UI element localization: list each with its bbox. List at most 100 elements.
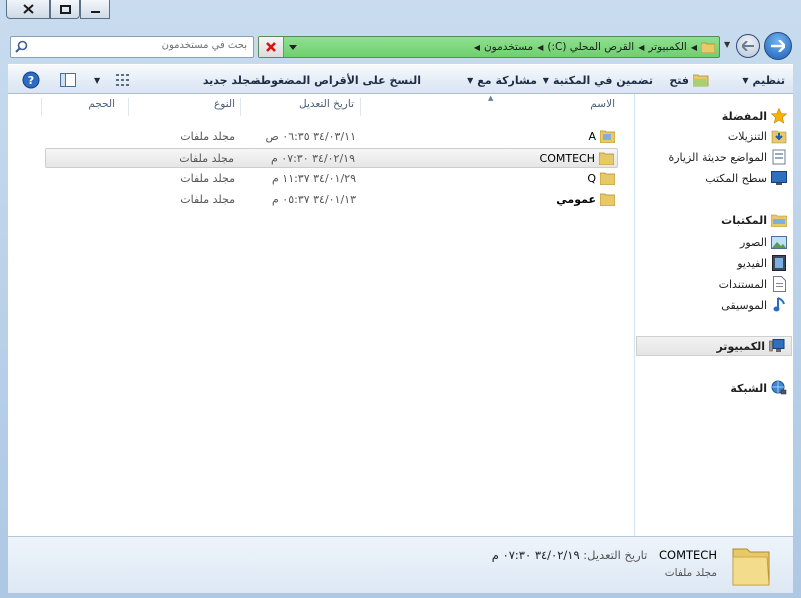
breadcrumb-computer[interactable]: الكمبيوتر xyxy=(648,41,686,53)
minimize-icon xyxy=(90,10,100,13)
details-summary: COMTECH تاريخ التعديل: ٣٤/٠٢/١٩ ٠٧:٣٠ م xyxy=(492,548,717,562)
stop-button[interactable] xyxy=(259,37,284,57)
caption-buttons xyxy=(6,0,110,20)
change-view-dropdown[interactable]: ▼ xyxy=(94,65,100,95)
nav-network[interactable]: الشبكة xyxy=(635,378,793,398)
file-type: مجلد ملفات xyxy=(180,130,235,143)
file-type: مجلد ملفات xyxy=(180,172,235,185)
folder-icon xyxy=(701,42,715,53)
preview-pane-button[interactable] xyxy=(60,65,76,95)
open-button[interactable]: فتح xyxy=(669,65,709,95)
new-folder-button[interactable]: مجلد جديد xyxy=(203,65,257,95)
details-modified-value: ٣٤/٠٢/١٩ ٠٧:٣٠ م xyxy=(491,548,580,562)
column-divider xyxy=(360,98,361,116)
computer-icon xyxy=(769,338,785,354)
nav-videos-label: الفيديو xyxy=(737,256,767,270)
address-history-dropdown[interactable] xyxy=(285,37,301,57)
file-date: ٣٤/٠٣/١١ ٠٦:٣٥ ص xyxy=(265,130,356,143)
column-divider xyxy=(128,98,129,116)
folder-icon xyxy=(600,193,615,206)
svg-text:?: ? xyxy=(28,74,34,87)
breadcrumb-users[interactable]: مستخدمون xyxy=(484,41,533,53)
search-icon xyxy=(15,40,28,53)
minimize-button[interactable] xyxy=(80,0,110,19)
nav-videos[interactable]: الفيديو xyxy=(635,253,793,273)
nav-network-label: الشبكة xyxy=(730,381,767,395)
forward-button[interactable] xyxy=(736,34,760,58)
view-grid-icon xyxy=(116,74,129,86)
nav-pictures[interactable]: الصور xyxy=(635,232,793,252)
nav-computer-label: الكمبيوتر xyxy=(716,339,765,353)
arrow-left-icon xyxy=(742,41,754,51)
file-row-selected[interactable]: COMTECH ٣٤/٠٢/١٩ ٠٧:٣٠ م مجلد ملفات xyxy=(45,148,618,168)
file-name: A xyxy=(588,130,596,143)
column-divider xyxy=(240,98,241,116)
help-button[interactable]: ? xyxy=(22,65,40,95)
folder-icon xyxy=(599,152,614,165)
details-name: COMTECH xyxy=(659,548,717,562)
burn-label: النسخ على الأقراص المضغوطة xyxy=(254,73,421,87)
change-view-button[interactable] xyxy=(116,65,130,95)
nav-libraries-label: المكتبات xyxy=(721,213,767,227)
nav-computer[interactable]: الكمبيوتر xyxy=(636,336,792,356)
nav-recent-places[interactable]: المواضع حديثة الزيارة xyxy=(635,147,793,167)
details-type: مجلد ملفات xyxy=(664,567,717,579)
file-list[interactable]: ▲ الاسم تاريخ التعديل النوع الحجم A ٣٤/٠… xyxy=(8,94,635,536)
new-folder-label: مجلد جديد xyxy=(202,73,257,87)
file-type: مجلد ملفات xyxy=(180,193,235,206)
share-with-button[interactable]: مشاركة مع ▼ xyxy=(467,65,537,95)
nav-music[interactable]: الموسيقى xyxy=(635,295,793,315)
chevron-down-icon: ▼ xyxy=(94,75,101,85)
chevron-down-icon: ▼ xyxy=(742,75,749,85)
file-name: Q xyxy=(587,172,596,185)
maximize-button[interactable] xyxy=(50,0,80,19)
search-box[interactable]: بحث في مستخدمون xyxy=(10,36,254,58)
include-library-label: تضمين في المكتبة xyxy=(552,73,653,87)
recent-pages-dropdown[interactable]: ▼ xyxy=(724,40,730,49)
explorer-window: بحث في مستخدمون ◀ الكمبيوتر ◀ القرص المح… xyxy=(0,0,801,598)
content-area: ▲ الاسم تاريخ التعديل النوع الحجم A ٣٤/٠… xyxy=(8,94,793,536)
file-row[interactable]: A ٣٤/٠٣/١١ ٠٦:٣٥ ص مجلد ملفات xyxy=(45,127,618,147)
address-bar[interactable]: ◀ الكمبيوتر ◀ القرص المحلي (C:) ◀ مستخدم… xyxy=(258,36,720,58)
document-icon xyxy=(771,276,787,292)
search-placeholder: بحث في مستخدمون xyxy=(161,40,247,51)
organize-button[interactable]: تنظيم ▼ xyxy=(742,65,785,95)
column-header-type[interactable]: النوع xyxy=(214,98,235,116)
nav-favorites-label: المفضلة xyxy=(721,109,767,123)
nav-desktop[interactable]: سطح المكتب xyxy=(635,168,793,188)
file-row[interactable]: عمومي ٣٤/٠١/١٣ ٠٥:٣٧ م مجلد ملفات xyxy=(45,190,618,210)
column-header-size[interactable]: الحجم xyxy=(88,98,115,116)
close-icon xyxy=(22,4,34,14)
close-button[interactable] xyxy=(6,0,50,19)
file-date: ٣٤/٠١/١٣ ٠٥:٣٧ م xyxy=(271,193,356,206)
nav-desktop-label: سطح المكتب xyxy=(705,171,767,185)
file-row[interactable]: Q ٣٤/٠١/٢٩ ١١:٣٧ م مجلد ملفات xyxy=(45,169,618,189)
folder-large-icon xyxy=(732,548,770,586)
details-modified-label: تاريخ التعديل: xyxy=(583,548,648,562)
column-header-name[interactable]: الاسم xyxy=(590,98,615,116)
nav-downloads[interactable]: التنزيلات xyxy=(635,126,793,146)
back-button[interactable] xyxy=(764,32,792,60)
downloads-icon xyxy=(771,128,787,144)
file-date: ٣٤/٠١/٢٩ ١١:٣٧ م xyxy=(271,172,356,185)
nav-libraries[interactable]: المكتبات xyxy=(635,210,793,230)
column-header-date[interactable]: تاريخ التعديل xyxy=(299,98,354,116)
open-label: فتح xyxy=(669,73,689,87)
recent-places-icon xyxy=(771,149,787,165)
details-pane: COMTECH تاريخ التعديل: ٣٤/٠٢/١٩ ٠٧:٣٠ م … xyxy=(8,536,793,593)
share-with-label: مشاركة مع xyxy=(477,73,537,87)
burn-button[interactable]: النسخ على الأقراص المضغوطة xyxy=(254,65,421,95)
breadcrumb: ◀ الكمبيوتر ◀ القرص المحلي (C:) ◀ مستخدم… xyxy=(474,37,715,57)
sort-ascending-icon: ▲ xyxy=(488,94,494,102)
breadcrumb-local-disk[interactable]: القرص المحلي (C:) xyxy=(547,41,634,53)
file-date: ٣٤/٠٢/١٩ ٠٧:٣٠ م xyxy=(270,152,355,165)
music-note-icon xyxy=(771,297,787,313)
nav-documents[interactable]: المستندات xyxy=(635,274,793,294)
navigation-buttons: ▼ xyxy=(724,31,794,61)
breadcrumb-separator-icon: ◀ xyxy=(638,42,645,52)
breadcrumb-separator-icon: ◀ xyxy=(690,42,697,52)
nav-favorites[interactable]: المفضلة xyxy=(635,106,793,126)
include-in-library-button[interactable]: تضمين في المكتبة ▼ xyxy=(543,65,653,95)
chevron-down-icon xyxy=(289,44,297,50)
file-type: مجلد ملفات xyxy=(179,152,234,165)
